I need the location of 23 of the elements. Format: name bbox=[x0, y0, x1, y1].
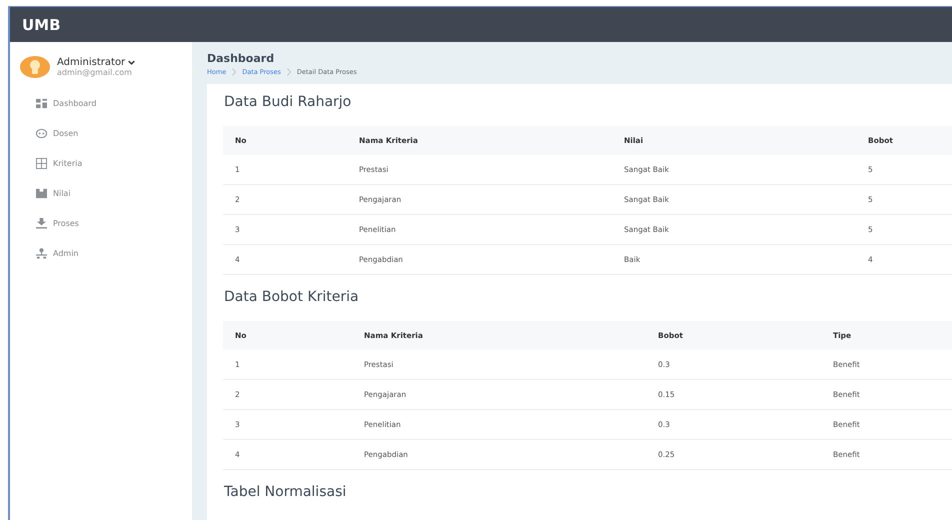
section-title: Data Budi Raharjo bbox=[224, 94, 352, 110]
sidebar-item[interactable]: Dosen bbox=[36, 118, 192, 148]
sidebar-item[interactable]: Admin bbox=[36, 238, 192, 268]
section-title: Data Bobot Kriteria bbox=[224, 289, 360, 305]
dashboard-icon bbox=[36, 98, 47, 108]
section-title: Tabel Normalisasi bbox=[224, 484, 348, 500]
grid-icon bbox=[36, 158, 47, 168]
caret-icon[interactable] bbox=[128, 60, 136, 65]
user-email: admin@gmail.com bbox=[57, 68, 133, 77]
face-icon bbox=[36, 128, 47, 138]
app-title: UMB bbox=[22, 16, 61, 34]
sidebar-item[interactable]: Proses bbox=[36, 208, 192, 238]
sidebar-item[interactable]: Kriteria bbox=[36, 148, 192, 178]
download-icon bbox=[36, 218, 47, 228]
chevron-icon bbox=[286, 68, 291, 76]
page-title: Dashboard bbox=[207, 52, 276, 65]
sidebar-item[interactable]: Dashboard bbox=[36, 88, 192, 118]
network-icon bbox=[36, 248, 47, 258]
chevron-icon bbox=[232, 68, 236, 76]
user-name[interactable]: Administrator bbox=[57, 57, 126, 68]
sidebar-item[interactable]: Nilai bbox=[36, 178, 192, 208]
folder-icon bbox=[36, 188, 47, 198]
avatar-icon bbox=[20, 56, 50, 78]
